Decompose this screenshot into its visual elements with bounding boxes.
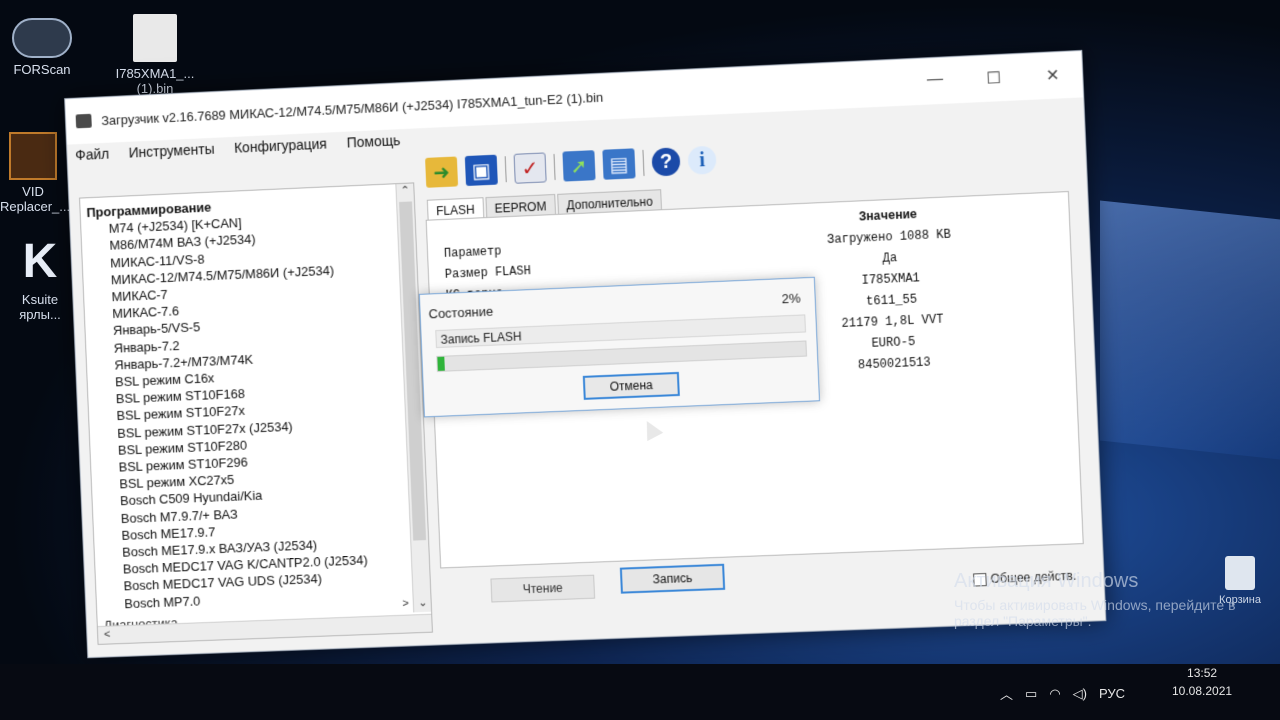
menu-help[interactable]: Помощь	[346, 132, 400, 150]
progress-dialog: Состояние 2% Запись FLASH Отмена	[418, 276, 821, 418]
wifi-icon[interactable]: ◠	[1049, 686, 1060, 702]
chevron-up-icon[interactable]: ︿	[1000, 684, 1013, 703]
toolbar-separator	[642, 149, 645, 176]
read-button[interactable]: Чтение	[490, 574, 596, 603]
window-title: Загрузчик v2.16.7689 МИКАС-12/М74.5/М75/…	[101, 89, 604, 128]
write-all-icon[interactable]: ▤	[602, 148, 636, 180]
desktop-icon-label: I785XMA1_... (1).bin	[115, 66, 195, 96]
volume-icon[interactable]: ◁)	[1073, 686, 1087, 702]
info-icon[interactable]: i	[687, 145, 717, 175]
toolbar: ➜ ▣ ✓ ➚ ▤ ? i	[425, 142, 725, 190]
recycle-bin-icon	[1225, 556, 1255, 590]
minimize-button[interactable]: —	[905, 70, 965, 93]
toolbar-separator	[553, 153, 556, 180]
desktop-icon-ksuite[interactable]: K Ksuite ярлы...	[0, 235, 80, 323]
desktop-icon-vid-replacer[interactable]: VID Replacer_...	[0, 132, 70, 214]
save-icon[interactable]: ▣	[464, 154, 498, 187]
taskbar: ︿ ▭ ◠ ◁) РУС 13:52 10.08.2021	[0, 664, 1280, 720]
desktop-icon-label: VID Replacer_...	[0, 184, 71, 214]
write-icon[interactable]: ➚	[562, 150, 596, 182]
windows-logo-light	[1100, 200, 1280, 460]
cancel-button[interactable]: Отмена	[582, 371, 680, 400]
progress-percent: 2%	[781, 290, 801, 307]
loader-window: Загрузчик v2.16.7689 МИКАС-12/М74.5/М75/…	[64, 49, 1107, 659]
write-button[interactable]: Запись	[619, 563, 726, 594]
check-icon[interactable]: ✓	[513, 152, 547, 184]
close-button[interactable]: ✕	[1023, 64, 1083, 87]
ksuite-icon: K	[22, 235, 58, 288]
chevron-left-icon[interactable]: <	[104, 629, 111, 641]
desktop-icon-forscan[interactable]: FORScan	[4, 18, 80, 77]
desktop-icon-label: Корзина	[1219, 594, 1261, 606]
clock-date: 10.08.2021	[1172, 684, 1233, 698]
vid-replacer-icon	[9, 132, 57, 180]
help-icon[interactable]: ?	[651, 147, 681, 177]
param-name: Размер FLASH	[444, 264, 532, 282]
ecu-tree: Программирование M74 (+J2534) [K+CAN] M8…	[80, 183, 431, 634]
app-icon	[75, 113, 92, 129]
open-folder-icon[interactable]: ➜	[425, 156, 459, 188]
chevron-down-icon[interactable]: ⌄	[414, 596, 433, 613]
ecu-tree-panel: Программирование M74 (+J2534) [K+CAN] M8…	[79, 182, 433, 645]
desktop-icon-label: Ksuite ярлы...	[19, 292, 61, 322]
menu-configuration[interactable]: Конфигурация	[234, 136, 327, 156]
language-indicator[interactable]: РУС	[1099, 686, 1125, 701]
desktop-icon-recycle-bin[interactable]: Корзина	[1212, 556, 1268, 606]
system-tray: ︿ ▭ ◠ ◁) РУС	[1000, 684, 1137, 703]
battery-icon[interactable]: ▭	[1025, 686, 1037, 702]
clock-time: 13:52	[1187, 666, 1218, 680]
progress-fill	[437, 356, 446, 371]
desktop-icon-label: FORScan	[13, 62, 71, 77]
menu-file[interactable]: Файл	[75, 146, 109, 163]
toolbar-separator	[504, 156, 507, 183]
desktop: FORScan I785XMA1_... (1).bin VID Replace…	[0, 0, 1280, 720]
clock[interactable]: 13:52 10.08.2021	[1172, 664, 1232, 700]
dialog-title: Состояние	[428, 303, 494, 322]
forscan-icon	[12, 18, 72, 58]
chevron-up-icon[interactable]: ⌃	[396, 183, 414, 200]
menu-tools[interactable]: Инструменты	[128, 141, 214, 161]
desktop-icon-bin-file[interactable]: I785XMA1_... (1).bin	[100, 14, 210, 96]
maximize-button[interactable]: ☐	[964, 67, 1024, 90]
chevron-right-icon[interactable]: >	[402, 598, 409, 610]
file-icon	[133, 14, 177, 62]
param-values: Значение Загружено 1088 KB Да I785XMA1 t…	[807, 203, 976, 379]
